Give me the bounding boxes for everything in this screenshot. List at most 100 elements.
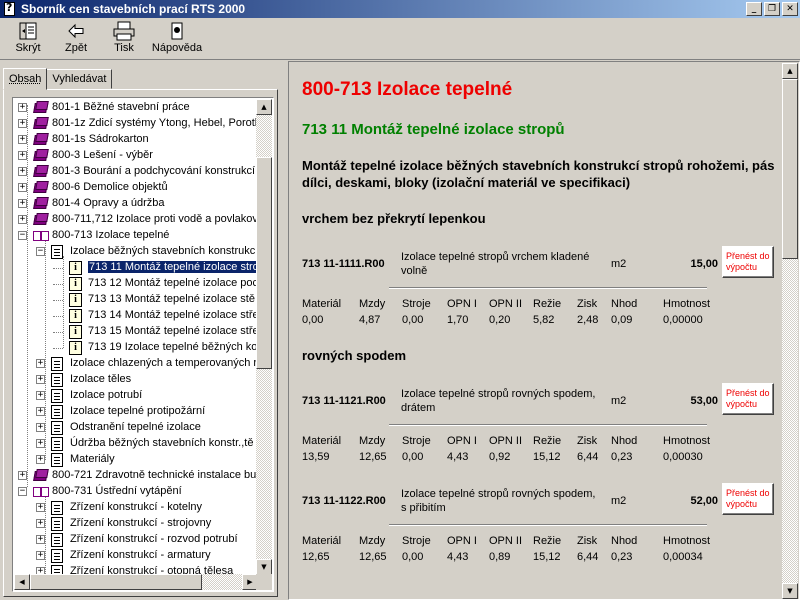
tree-item[interactable]: + Údržba běžných stavebních konstr.,tě xyxy=(14,436,258,452)
expand-icon[interactable]: + xyxy=(18,471,27,480)
document-icon xyxy=(51,533,67,547)
expand-icon[interactable]: + xyxy=(18,119,27,128)
tab-search[interactable]: Vyhledávat xyxy=(46,69,113,89)
tree-item[interactable]: + Izolace tepelné protipožární xyxy=(14,404,258,420)
scroll-up-arrow-icon[interactable]: ▲ xyxy=(782,63,798,79)
tree-item[interactable]: i 713 13 Montáž tepelné izolace stě xyxy=(14,292,258,308)
expand-icon[interactable]: + xyxy=(18,183,27,192)
collapse-icon[interactable]: − xyxy=(18,231,27,240)
document-icon xyxy=(51,517,67,531)
tree-item[interactable]: i 713 12 Montáž tepelné izolace poc xyxy=(14,276,258,292)
tree-vertical-scrollbar[interactable]: ▲ ▼ xyxy=(256,99,272,575)
print-button[interactable]: Tisk xyxy=(102,18,146,58)
expand-icon[interactable]: + xyxy=(18,215,27,224)
tree-item[interactable]: +800-711,712 Izolace proti vodě a povlak… xyxy=(14,212,258,228)
cost-value: 0,92 xyxy=(489,451,511,463)
expand-icon[interactable]: + xyxy=(18,135,27,144)
document-icon xyxy=(51,357,67,371)
scroll-left-arrow-icon[interactable]: ◀ xyxy=(14,574,30,590)
cost-value: 15,12 xyxy=(533,451,561,463)
tree-item-label: 713 13 Montáž tepelné izolace stě xyxy=(88,293,255,305)
tree-item[interactable]: +801-1s Sádrokarton xyxy=(14,132,258,148)
tree-item[interactable]: i 713 11 Montáž tepelné izolace stro xyxy=(14,260,258,276)
expand-icon[interactable]: + xyxy=(36,375,45,384)
expand-icon[interactable]: + xyxy=(36,439,45,448)
tree-hscroll-thumb[interactable] xyxy=(30,574,202,590)
cost-value: 0,00 xyxy=(302,314,324,326)
transfer-to-calculation-button[interactable]: Přenést do výpočtu xyxy=(722,483,774,515)
expand-icon[interactable]: + xyxy=(36,503,45,512)
expand-icon[interactable]: + xyxy=(36,391,45,400)
scroll-up-arrow-icon[interactable]: ▲ xyxy=(256,99,272,115)
closed-book-icon xyxy=(33,197,49,211)
cost-column-header: Hmotnost xyxy=(663,535,711,547)
expand-icon[interactable]: + xyxy=(36,455,45,464)
document-icon xyxy=(51,549,67,563)
collapse-icon[interactable]: − xyxy=(36,247,45,256)
back-button[interactable]: Zpět xyxy=(54,18,98,58)
tree-item[interactable]: +801-1z Zdicí systémy Ytong, Hebel, Poro… xyxy=(14,116,258,132)
expand-icon[interactable]: + xyxy=(36,519,45,528)
tab-contents[interactable]: Obsah xyxy=(3,68,48,90)
document-icon xyxy=(51,405,67,419)
cost-value: 0,00030 xyxy=(663,451,703,463)
expand-icon[interactable]: + xyxy=(36,535,45,544)
expand-icon[interactable]: + xyxy=(36,359,45,368)
tree-item[interactable]: +800-721 Zdravotně technické instalace b… xyxy=(14,468,258,484)
tree-scroll-thumb[interactable] xyxy=(256,157,272,369)
tree-item[interactable]: +800-6 Demolice objektů xyxy=(14,180,258,196)
contents-tree: +801-1 Běžné stavební práce +801-1z Zdicí… xyxy=(12,97,274,592)
close-button[interactable]: ✕ xyxy=(782,2,798,16)
tree-item-label: 800-721 Zdravotně technické instalace bu xyxy=(52,469,257,481)
expand-icon[interactable]: + xyxy=(18,199,27,208)
tree-item[interactable]: i 713 14 Montáž tepelné izolace stře xyxy=(14,308,258,324)
collapse-icon[interactable]: − xyxy=(18,487,27,496)
content-vertical-scrollbar[interactable]: ▲ ▼ xyxy=(782,63,798,599)
expand-icon[interactable]: + xyxy=(18,167,27,176)
tree-item[interactable]: + Materiály xyxy=(14,452,258,468)
expand-icon[interactable]: + xyxy=(36,407,45,416)
help-button[interactable]: Nápověda xyxy=(150,18,204,58)
transfer-to-calculation-button[interactable]: Přenést do výpočtu xyxy=(722,246,774,278)
tree-item[interactable]: + Zřízení konstrukcí - kotelny xyxy=(14,500,258,516)
expand-icon[interactable]: + xyxy=(36,551,45,560)
app-help-icon: ? xyxy=(2,1,18,17)
contents-panel: +801-1 Běžné stavební práce +801-1z Zdicí… xyxy=(3,89,278,597)
tree-item[interactable]: i 713 19 Izolace tepelné běžných ko xyxy=(14,340,258,356)
cost-breakdown: Materiál 0,00 Mzdy 4,87 Stroje 0,00 OPN I 1,70 O… xyxy=(302,298,772,328)
hide-button[interactable]: Skrýt xyxy=(6,18,50,58)
tree-item[interactable]: + Izolace těles xyxy=(14,372,258,388)
scroll-down-arrow-icon[interactable]: ▼ xyxy=(782,583,798,599)
cost-value: 0,00000 xyxy=(663,314,703,326)
item-name: Izolace tepelné stropů rovných spodem, d… xyxy=(401,388,596,414)
item-code: 713 11-1122.R00 xyxy=(302,495,386,507)
tree-item[interactable]: + Zřízení konstrukcí - armatury xyxy=(14,548,258,564)
tree-item[interactable]: +801-3 Bourání a podchycování konstrukcí xyxy=(14,164,258,180)
expand-icon[interactable]: + xyxy=(36,423,45,432)
closed-book-icon xyxy=(33,101,49,115)
tree-item[interactable]: + Izolace potrubí xyxy=(14,388,258,404)
tree-item-label: Údržba běžných stavebních konstr.,tě xyxy=(70,437,254,449)
tree-item[interactable]: +801-4 Opravy a údržba xyxy=(14,196,258,212)
scroll-down-arrow-icon[interactable]: ▼ xyxy=(256,559,272,575)
transfer-to-calculation-button[interactable]: Přenést do výpočtu xyxy=(722,383,774,415)
tree-item[interactable]: + Zřízení konstrukcí - rozvod potrubí xyxy=(14,532,258,548)
tree-item[interactable]: + Zřízení konstrukcí - strojovny xyxy=(14,516,258,532)
tree-item[interactable]: + Odstranění tepelné izolace xyxy=(14,420,258,436)
tree-item[interactable]: − Izolace běžných stavebních konstrukc xyxy=(14,244,258,260)
closed-book-icon xyxy=(33,469,49,483)
minimize-button[interactable]: _ xyxy=(746,2,762,16)
tree-item[interactable]: − 800-731 Ústřední vytápění xyxy=(14,484,258,500)
tree-horizontal-scrollbar[interactable]: ◀ ▶ xyxy=(14,574,258,590)
cost-column-header: Mzdy xyxy=(359,435,386,447)
tree-item[interactable]: + Izolace chlazených a temperovaných r xyxy=(14,356,258,372)
content-scroll-thumb[interactable] xyxy=(782,79,798,259)
tree-item[interactable]: − 800-713 Izolace tepelné xyxy=(14,228,258,244)
tree-item[interactable]: +801-1 Běžné stavební práce xyxy=(14,100,258,116)
tree-item[interactable]: i 713 15 Montáž tepelné izolace stře xyxy=(14,324,258,340)
expand-icon[interactable]: + xyxy=(18,103,27,112)
tree-item[interactable]: +800-3 Lešení - výběr xyxy=(14,148,258,164)
cost-column-header: Materiál xyxy=(302,435,342,447)
restore-button[interactable]: ❐ xyxy=(764,2,780,16)
expand-icon[interactable]: + xyxy=(18,151,27,160)
